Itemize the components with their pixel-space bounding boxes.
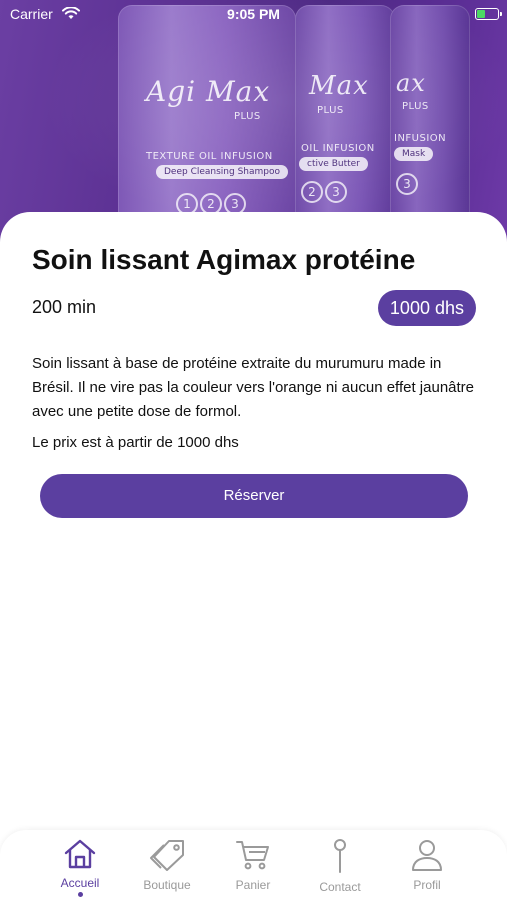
tab-label: Contact [319, 880, 361, 894]
bottle-brand-sub: PLUS [234, 111, 261, 122]
service-description: Soin lissant à base de protéine extraite… [32, 355, 475, 420]
home-icon [64, 839, 96, 869]
bottle-line-text: INFUSION [394, 133, 447, 144]
tab-label: Accueil [60, 876, 100, 890]
status-bar: Carrier 9:05 PM [0, 0, 507, 28]
bottle-brand-text: Max [309, 71, 369, 101]
tab-label: Profil [413, 878, 441, 892]
user-icon [412, 840, 442, 871]
tag-icon [150, 840, 184, 871]
service-detail-card: Soin lissant Agimax protéine 200 min 100… [0, 212, 507, 900]
bottle-tag: Mask [394, 147, 434, 161]
service-duration: 200 min [32, 297, 97, 317]
active-indicator [77, 892, 83, 897]
bottle-step-number: 3 [325, 181, 347, 203]
tab-profil[interactable]: Profil [387, 838, 467, 892]
tab-contact[interactable]: Contact [300, 838, 380, 894]
bottle-brand-sub: PLUS [402, 101, 429, 112]
bottle-line-text: TEXTURE OIL INFUSION [146, 151, 273, 162]
bottle-tag: ctive Butter [299, 157, 368, 171]
price-badge: 1000 dhs [377, 290, 476, 326]
tab-boutique[interactable]: Boutique [127, 838, 207, 892]
bottle-brand-text: Agi Max [146, 75, 271, 108]
bottle-tag: Deep Cleansing Shampoo [156, 165, 289, 179]
tab-panier[interactable]: Panier [213, 838, 293, 892]
bottle-brand-text: ax [396, 69, 426, 97]
bottle-step-number: 3 [396, 173, 418, 195]
bottom-tab-bar: Accueil Boutique Panier Contact Profil [0, 830, 507, 900]
price-note: Le prix est à partir de 1000 dhs [32, 434, 239, 451]
reserve-button[interactable]: Réserver [40, 474, 468, 518]
tab-accueil[interactable]: Accueil [40, 838, 120, 897]
bottle-brand-sub: PLUS [317, 105, 344, 116]
cart-icon [236, 841, 269, 870]
battery-icon [475, 8, 502, 20]
tab-label: Boutique [143, 878, 191, 892]
location-pin-icon [334, 839, 346, 873]
service-title: Soin lissant Agimax protéine [32, 244, 416, 275]
status-time: 9:05 PM [227, 6, 280, 22]
bottle-line-text: OIL INFUSION [301, 143, 375, 154]
bottle-step-number: 2 [301, 181, 323, 203]
tab-label: Panier [235, 878, 271, 892]
